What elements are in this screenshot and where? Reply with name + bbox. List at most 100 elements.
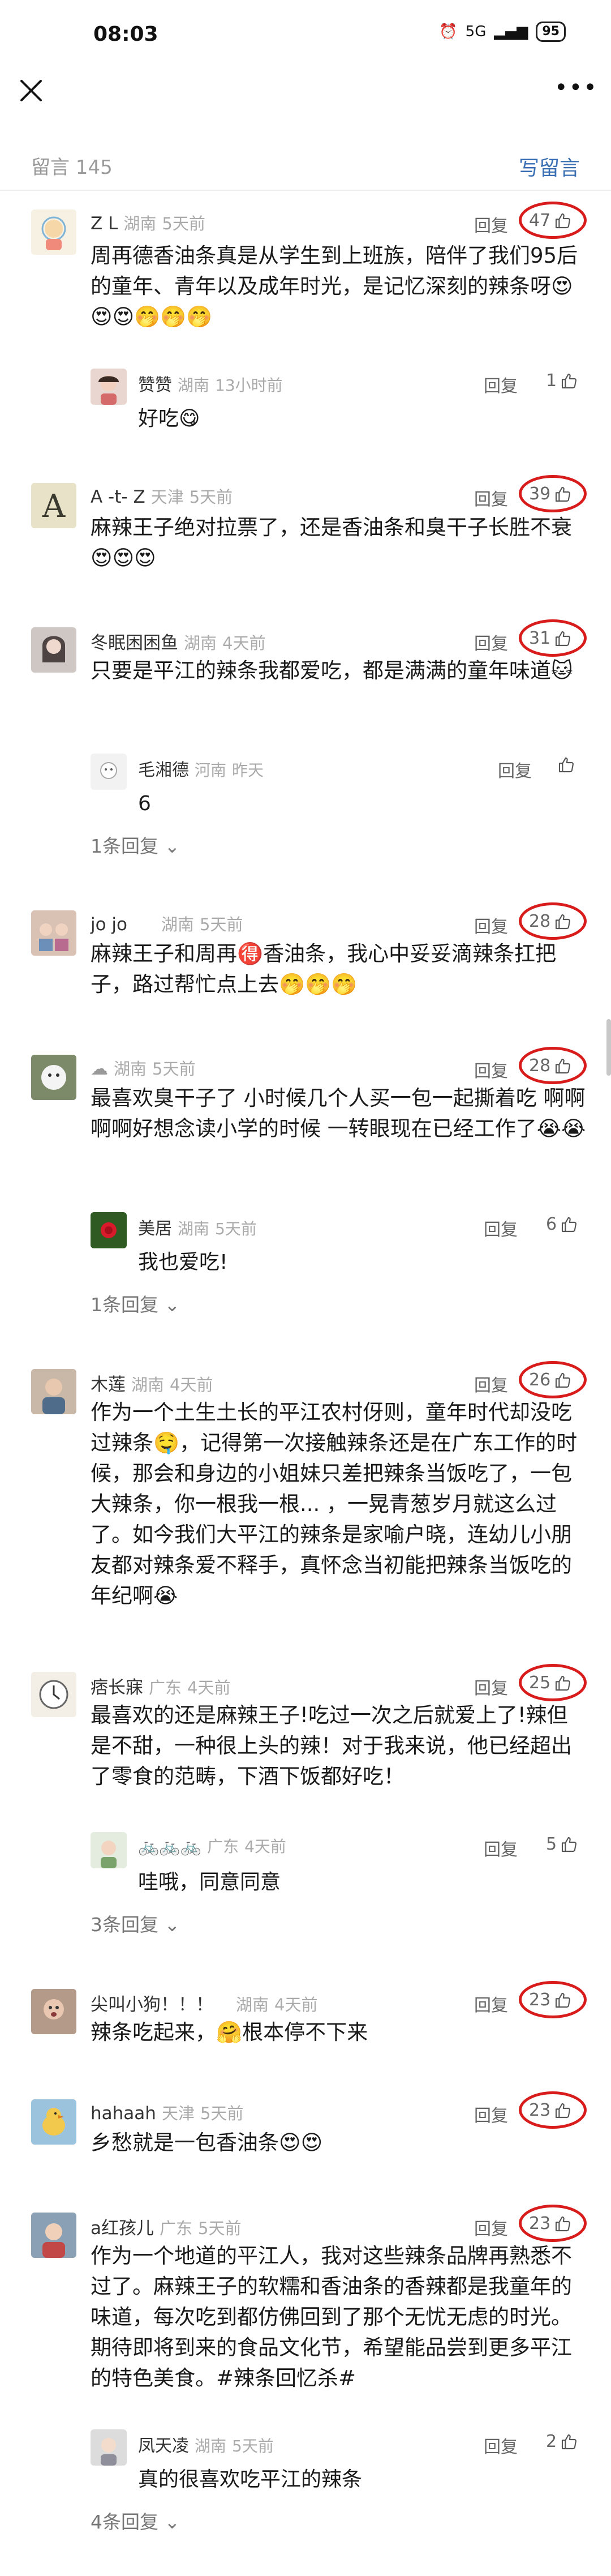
avatar[interactable]	[91, 1832, 127, 1868]
annotation-circle	[519, 2091, 587, 2129]
reply-button[interactable]: 回复	[474, 630, 508, 654]
close-button[interactable]	[17, 76, 45, 105]
comment-meta: 尖叫小狗！！！ 湖南 4天前	[91, 1990, 317, 2016]
location: 湖南	[184, 634, 217, 653]
timestamp: 4天前	[274, 1995, 318, 2014]
timestamp: 5天前	[232, 2437, 274, 2455]
annotation-circle	[519, 2205, 587, 2242]
reply-text: 6	[138, 792, 151, 815]
top-bar: •••	[0, 71, 611, 125]
avatar[interactable]	[31, 1369, 76, 1414]
avatar[interactable]	[91, 2429, 127, 2466]
username[interactable]: 赞赞	[138, 375, 172, 395]
avatar[interactable]	[91, 754, 127, 790]
timestamp: 5天前	[162, 214, 205, 233]
avatar[interactable]: A	[31, 483, 76, 528]
scrollbar[interactable]	[606, 1019, 611, 1076]
reply-button[interactable]: 回复	[498, 757, 532, 782]
location: 湖南	[178, 1219, 210, 1238]
expand-replies-button[interactable]: 4条回复 ⌄	[91, 2507, 180, 2534]
username[interactable]: A -t- Z	[91, 487, 145, 507]
reply-text: 哇哦，同意同意	[138, 1871, 281, 1894]
like-button[interactable]: 6	[546, 1214, 578, 1234]
like-count: 1	[546, 371, 557, 391]
comment-meta: A -t- Z 天津 5天前	[91, 484, 233, 508]
username[interactable]: 冬眠困困鱼	[91, 633, 178, 653]
annotation-circle	[519, 1047, 587, 1084]
username[interactable]: 凤天凌	[138, 2436, 189, 2456]
like-button[interactable]	[557, 756, 575, 774]
reply-meta: 毛湘德 河南 昨天	[138, 756, 264, 781]
avatar[interactable]	[31, 1672, 76, 1717]
reply-button[interactable]: 回复	[484, 1216, 518, 1240]
avatar[interactable]	[31, 2213, 76, 2258]
timestamp: 4天前	[222, 634, 266, 653]
avatar[interactable]	[91, 1212, 127, 1248]
avatar[interactable]	[31, 910, 76, 956]
comment-count: 留言 145	[31, 156, 113, 179]
comment-meta: 痞长寐 广东 4天前	[91, 1673, 230, 1698]
reply-text: 我也爱吃!	[138, 1251, 228, 1274]
annotation-circle	[519, 1664, 587, 1701]
reply-button[interactable]: 回复	[474, 212, 508, 237]
more-options-button[interactable]: •••	[554, 76, 597, 102]
expand-replies-button[interactable]: 1条回复 ⌄	[91, 831, 180, 858]
comment-meta: Z L 湖南 5天前	[91, 211, 205, 234]
avatar[interactable]	[31, 2099, 76, 2145]
reply-button[interactable]: 回复	[474, 1674, 508, 1699]
write-comment-button[interactable]: 写留言	[519, 152, 580, 181]
timestamp: 5天前	[215, 1219, 257, 1238]
username[interactable]: 🚲🚲🚲	[138, 1837, 201, 1856]
location: 天津	[150, 487, 184, 507]
username[interactable]: 毛湘德	[138, 760, 189, 780]
comment-text: 作为一个地道的平江人，我对这些辣条品牌再熟悉不过了。麻辣王子的软糯和香油条的香辣…	[91, 2244, 572, 2390]
username[interactable]: Z L	[91, 213, 118, 234]
location: 湖南	[131, 1375, 165, 1394]
reply-button[interactable]: 回复	[484, 372, 518, 397]
reply-button[interactable]: 回复	[484, 1835, 518, 1860]
timestamp: 5天前	[200, 2104, 244, 2123]
timestamp: 5天前	[200, 915, 243, 934]
avatar[interactable]	[31, 627, 76, 673]
username[interactable]: 木莲	[91, 1375, 126, 1395]
timestamp: 5天前	[189, 487, 233, 507]
username[interactable]: 美居	[138, 1219, 172, 1239]
avatar[interactable]	[31, 1989, 76, 2034]
timestamp: 4天前	[170, 1375, 213, 1394]
user-badge-icon: ☁	[91, 1059, 108, 1079]
avatar[interactable]	[31, 1055, 76, 1100]
reply-button[interactable]: 回复	[474, 2102, 508, 2126]
like-button[interactable]: 5	[546, 1834, 578, 1854]
reply-button[interactable]: 回复	[484, 2433, 518, 2458]
avatar[interactable]	[31, 209, 76, 255]
username[interactable]: hahaah	[91, 2103, 156, 2124]
signal-icon: ▂▄▆	[494, 23, 528, 40]
avatar[interactable]	[91, 369, 127, 405]
username[interactable]: 痞长寐	[91, 1678, 143, 1698]
reply-button[interactable]: 回复	[474, 1371, 508, 1396]
header-divider	[0, 190, 611, 191]
annotation-circle	[519, 1981, 587, 2018]
expand-replies-button[interactable]: 1条回复 ⌄	[91, 1290, 180, 1317]
reply-meta: 美居 湖南 5天前	[138, 1214, 257, 1239]
reply-button[interactable]: 回复	[474, 913, 508, 938]
username[interactable]: a红孩儿	[91, 2218, 154, 2239]
status-time: 08:03	[93, 23, 158, 46]
expand-replies-button[interactable]: 3条回复 ⌄	[91, 1910, 180, 1937]
comment-meta: 木莲 湖南 4天前	[91, 1370, 213, 1396]
more-icon: •••	[554, 75, 598, 101]
reply-meta: 赞赞 湖南 13小时前	[138, 371, 283, 396]
reply-text: 好吃😋	[138, 407, 200, 430]
thumb-up-icon	[560, 1835, 578, 1854]
username[interactable]: 尖叫小狗！！！	[91, 1995, 213, 2015]
reply-button[interactable]: 回复	[474, 1991, 508, 2016]
reply-button[interactable]: 回复	[474, 2215, 508, 2240]
like-button[interactable]: 2	[546, 2432, 578, 2451]
comment-text: 只要是平江的辣条我都爱吃，都是满满的童年味道🐱	[91, 658, 573, 683]
username[interactable]: jo jo	[91, 914, 127, 935]
timestamp: 4天前	[244, 1837, 286, 1856]
reply-button[interactable]: 回复	[474, 1057, 508, 1082]
reply-button[interactable]: 回复	[474, 485, 508, 510]
like-button[interactable]: 1	[546, 371, 578, 391]
comment-text: 乡愁就是一包香油条😍😍	[91, 2130, 323, 2155]
